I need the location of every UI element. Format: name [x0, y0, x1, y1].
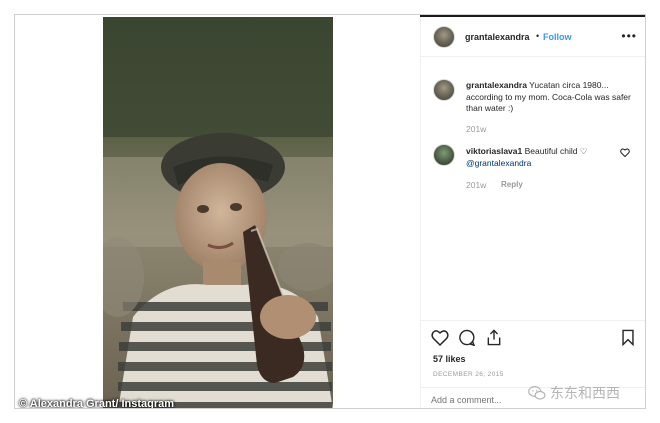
caption-timestamp[interactable]: 201w [466, 124, 486, 134]
watermark: 东东和西西 [528, 383, 620, 403]
commenter-avatar[interactable] [433, 144, 455, 166]
post-photo[interactable] [103, 17, 333, 408]
photo-credit: © Alexandra Grant/ Instagram [19, 398, 175, 409]
wechat-icon [528, 386, 546, 400]
comment-text: Beautiful child ♡ [524, 146, 588, 156]
caption-username[interactable]: grantalexandra [466, 80, 527, 90]
post-side-panel: grantalexandra • Follow ••• grantalexand… [420, 17, 645, 408]
comment-mention[interactable]: @grantalexandra [466, 158, 531, 168]
share-icon[interactable] [485, 329, 503, 346]
bookmark-icon[interactable] [621, 329, 635, 346]
caption-avatar[interactable] [433, 79, 455, 101]
caption: grantalexandra Yucatan circa 1980... acc… [466, 80, 636, 115]
reply-button[interactable]: Reply [501, 180, 523, 189]
post-header: grantalexandra • Follow ••• [421, 17, 645, 57]
instagram-post-frame: © Alexandra Grant/ Instagram grantalexan… [14, 14, 646, 409]
comment: viktoriaslava1 Beautiful child ♡ @granta… [466, 146, 606, 169]
photo-illustration [103, 17, 333, 408]
photo-area: © Alexandra Grant/ Instagram [15, 15, 420, 409]
comment-like-heart-icon[interactable] [620, 148, 630, 157]
heart-icon[interactable] [431, 329, 449, 346]
avatar[interactable] [433, 26, 455, 48]
likes-count[interactable]: 57 likes [433, 354, 466, 364]
more-options-icon[interactable]: ••• [621, 29, 637, 43]
comment-username[interactable]: viktoriaslava1 [466, 146, 522, 156]
follow-button[interactable]: Follow [543, 32, 572, 42]
separator-dot: • [536, 31, 540, 41]
comment-icon[interactable] [458, 329, 476, 346]
post-date: DECEMBER 26, 2015 [433, 371, 504, 378]
post-username[interactable]: grantalexandra [465, 32, 530, 42]
watermark-text: 东东和西西 [550, 385, 620, 401]
comment-timestamp[interactable]: 201w [466, 180, 486, 190]
